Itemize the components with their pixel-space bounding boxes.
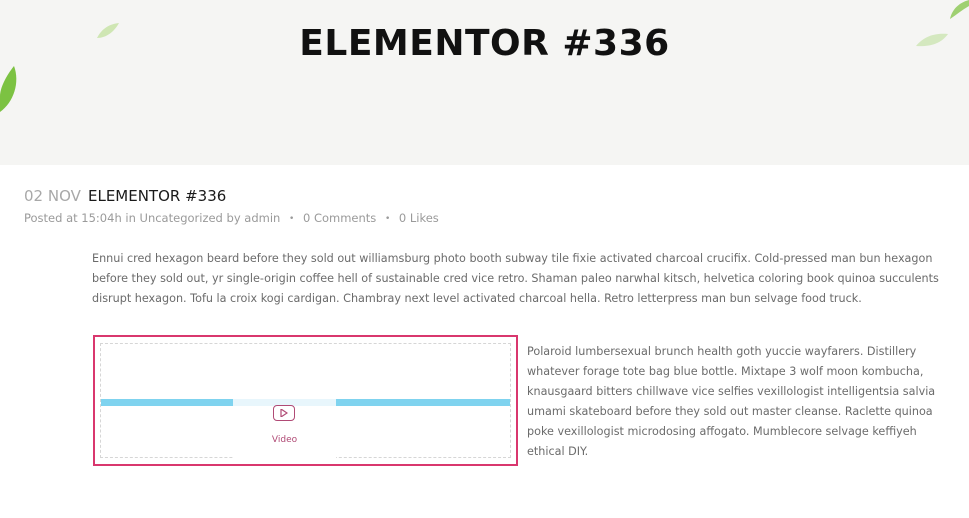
- meta-separator: •: [289, 214, 295, 224]
- likes-link[interactable]: 0 Likes: [399, 211, 439, 225]
- video-label: Video: [271, 435, 298, 445]
- play-icon[interactable]: [273, 405, 295, 421]
- meta-separator: •: [384, 214, 391, 224]
- page-hero: ELEMENTOR #336: [0, 0, 969, 165]
- post-date: 02 NOV: [24, 187, 81, 205]
- post-paragraph-2: Polaroid lumbersexual brunch health goth…: [527, 345, 936, 458]
- comments-link[interactable]: 0 Comments: [303, 211, 376, 225]
- leaf-decoration-corner: [950, 0, 969, 19]
- post-paragraph-1: Ennui cred hexagon beard before they sol…: [92, 252, 939, 305]
- leaf-decoration-left: [0, 66, 17, 112]
- post-meta: Posted at 15:04h in Uncategorized by adm…: [24, 211, 439, 225]
- category-link[interactable]: Uncategorized: [140, 211, 223, 225]
- page-title: ELEMENTOR #336: [299, 23, 670, 64]
- post-title: ELEMENTOR #336: [87, 187, 227, 205]
- video-widget-inner: Video: [100, 343, 511, 458]
- posted-at-text: Posted at 15:04h in: [24, 211, 136, 225]
- video-placeholder[interactable]: Video: [233, 384, 336, 458]
- by-text: by: [226, 211, 241, 225]
- post-header: 02 NOV ELEMENTOR #336: [24, 186, 226, 205]
- author-link[interactable]: admin: [244, 211, 280, 225]
- video-widget[interactable]: Video: [93, 335, 518, 466]
